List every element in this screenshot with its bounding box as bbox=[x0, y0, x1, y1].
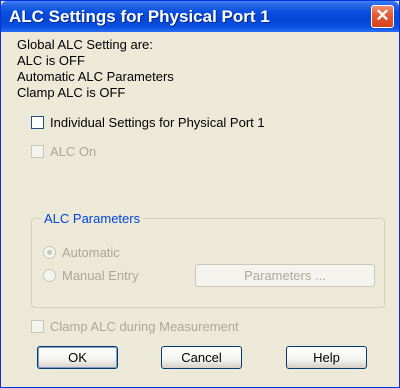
alc-on-checkbox[interactable]: ALC On bbox=[31, 144, 121, 161]
alc-parameters-groupbox bbox=[31, 218, 385, 308]
global-settings-heading: Global ALC Setting are: bbox=[17, 37, 153, 52]
alc-parameters-status-text: Automatic ALC Parameters bbox=[17, 69, 174, 84]
ok-button[interactable]: OK bbox=[37, 346, 118, 369]
automatic-radio[interactable]: Automatic bbox=[43, 245, 143, 262]
close-button[interactable]: ✕ bbox=[371, 5, 394, 28]
manual-entry-radio-button[interactable] bbox=[43, 269, 56, 282]
parameters-button[interactable]: Parameters ... bbox=[195, 264, 375, 287]
dialog-content: Global ALC Setting are: ALC is OFF Autom… bbox=[1, 32, 399, 387]
alc-parameters-group-title: ALC Parameters bbox=[41, 211, 144, 226]
clamp-alc-checkbox-box[interactable] bbox=[31, 320, 44, 333]
alc-on-checkbox-box[interactable] bbox=[31, 145, 44, 158]
clamp-alc-label: Clamp ALC during Measurement bbox=[50, 319, 239, 334]
alc-status-text: ALC is OFF bbox=[17, 53, 85, 68]
automatic-label: Automatic bbox=[62, 245, 120, 260]
radio-selected-dot bbox=[47, 250, 52, 255]
close-icon: ✕ bbox=[375, 6, 390, 25]
manual-entry-radio[interactable]: Manual Entry bbox=[43, 268, 163, 285]
clamp-alc-checkbox[interactable]: Clamp ALC during Measurement bbox=[31, 319, 291, 336]
automatic-radio-button[interactable] bbox=[43, 246, 56, 259]
manual-entry-label: Manual Entry bbox=[62, 268, 139, 283]
cancel-button[interactable]: Cancel bbox=[161, 346, 242, 369]
clamp-status-text: Clamp ALC is OFF bbox=[17, 85, 126, 100]
alc-settings-dialog: ALC Settings for Physical Port 1 ✕ Globa… bbox=[0, 0, 400, 388]
individual-settings-label: Individual Settings for Physical Port 1 bbox=[50, 115, 265, 130]
title-bar[interactable]: ALC Settings for Physical Port 1 ✕ bbox=[1, 1, 399, 32]
alc-on-label: ALC On bbox=[50, 144, 97, 159]
individual-settings-checkbox[interactable]: Individual Settings for Physical Port 1 bbox=[31, 115, 331, 132]
individual-settings-checkbox-box[interactable] bbox=[31, 116, 44, 129]
dialog-title: ALC Settings for Physical Port 1 bbox=[9, 7, 270, 26]
help-button[interactable]: Help bbox=[286, 346, 367, 369]
